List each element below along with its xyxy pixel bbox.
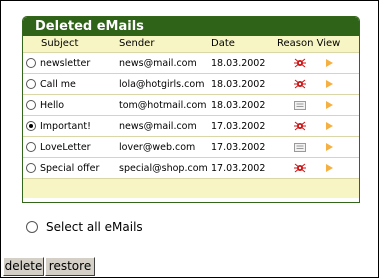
- empty-row: [23, 178, 359, 198]
- subject-cell: Hello: [23, 100, 117, 111]
- subject-cell: newsletter: [23, 58, 117, 69]
- subject-cell: LoveLetter: [23, 142, 117, 153]
- select-all-label: Select all eMails: [46, 220, 143, 234]
- virus-icon: [293, 58, 306, 68]
- spam-icon: [293, 142, 306, 152]
- virus-icon: [293, 121, 306, 131]
- date-cell: 17.03.2002: [211, 162, 266, 174]
- date-cell: 18.03.2002: [211, 99, 266, 111]
- reason-cell: [277, 79, 322, 89]
- subject-cell: Important!: [23, 121, 117, 132]
- email-select-radio[interactable]: [26, 100, 36, 110]
- virus-icon: [293, 79, 306, 89]
- view-cell[interactable]: [322, 59, 359, 67]
- view-arrow-icon[interactable]: [326, 59, 333, 67]
- delete-button[interactable]: delete: [3, 257, 44, 276]
- reason-cell: [277, 163, 322, 173]
- column-reason-view: Reason View: [277, 38, 341, 49]
- spam-icon: [293, 100, 306, 110]
- sender-cell: lover@web.com: [119, 141, 196, 153]
- table-row[interactable]: Special offer special@shop.com 17.03.2002: [23, 157, 359, 178]
- virus-icon: [293, 163, 306, 173]
- subject-text: Special offer: [40, 162, 100, 174]
- sender-cell: news@mail.com: [119, 120, 197, 132]
- table-row[interactable]: newsletter news@mail.com 18.03.2002: [23, 52, 359, 73]
- sender-cell: special@shop.com: [119, 162, 208, 174]
- email-select-radio[interactable]: [26, 163, 36, 173]
- email-select-radio[interactable]: [26, 142, 36, 152]
- email-list: newsletter news@mail.com 18.03.2002 Call me…: [23, 52, 359, 178]
- reason-cell: [277, 121, 322, 131]
- email-select-radio[interactable]: [26, 58, 36, 68]
- column-subject: Subject: [41, 38, 79, 49]
- table-row[interactable]: LoveLetter lover@web.com 17.03.2002: [23, 136, 359, 157]
- view-cell[interactable]: [322, 122, 359, 130]
- email-select-radio[interactable]: [26, 79, 36, 89]
- subject-text: Hello: [40, 99, 65, 111]
- restore-button[interactable]: restore: [45, 257, 95, 276]
- window-frame: Deleted eMails Subject Sender Date Reaso…: [0, 0, 379, 278]
- date-cell: 18.03.2002: [211, 57, 266, 69]
- deleted-emails-panel: Deleted eMails Subject Sender Date Reaso…: [22, 16, 360, 203]
- view-arrow-icon[interactable]: [326, 101, 333, 109]
- view-arrow-icon[interactable]: [326, 164, 333, 172]
- subject-text: newsletter: [40, 57, 91, 69]
- reason-cell: [277, 142, 322, 152]
- column-date: Date: [211, 38, 235, 49]
- view-cell[interactable]: [322, 80, 359, 88]
- view-arrow-icon[interactable]: [326, 143, 333, 151]
- table-row[interactable]: Call me lola@hotgirls.com 18.03.2002: [23, 73, 359, 94]
- subject-text: Call me: [40, 78, 76, 90]
- view-cell[interactable]: [322, 101, 359, 109]
- subject-cell: Call me: [23, 79, 117, 90]
- sender-cell: news@mail.com: [119, 57, 197, 69]
- date-cell: 18.03.2002: [211, 78, 266, 90]
- email-select-radio[interactable]: [26, 121, 36, 131]
- column-header-row: Subject Sender Date Reason View: [23, 36, 359, 52]
- sender-cell: tom@hotmail.com: [119, 99, 207, 111]
- date-cell: 17.03.2002: [211, 141, 266, 153]
- table-row[interactable]: Important! news@mail.com 17.03.2002: [23, 115, 359, 136]
- column-sender: Sender: [119, 38, 155, 49]
- reason-cell: [277, 100, 322, 110]
- date-cell: 17.03.2002: [211, 120, 266, 132]
- table-row[interactable]: Hello tom@hotmail.com 18.03.2002: [23, 94, 359, 115]
- view-arrow-icon[interactable]: [326, 122, 333, 130]
- select-all-emails[interactable]: Select all eMails: [26, 220, 143, 234]
- reason-cell: [277, 58, 322, 68]
- view-arrow-icon[interactable]: [326, 80, 333, 88]
- select-all-radio[interactable]: [26, 221, 38, 233]
- subject-cell: Special offer: [23, 163, 117, 174]
- sender-cell: lola@hotgirls.com: [119, 78, 205, 90]
- panel-title: Deleted eMails: [23, 17, 359, 36]
- subject-text: LoveLetter: [40, 141, 91, 153]
- view-cell[interactable]: [322, 164, 359, 172]
- view-cell[interactable]: [322, 143, 359, 151]
- subject-text: Important!: [40, 120, 91, 132]
